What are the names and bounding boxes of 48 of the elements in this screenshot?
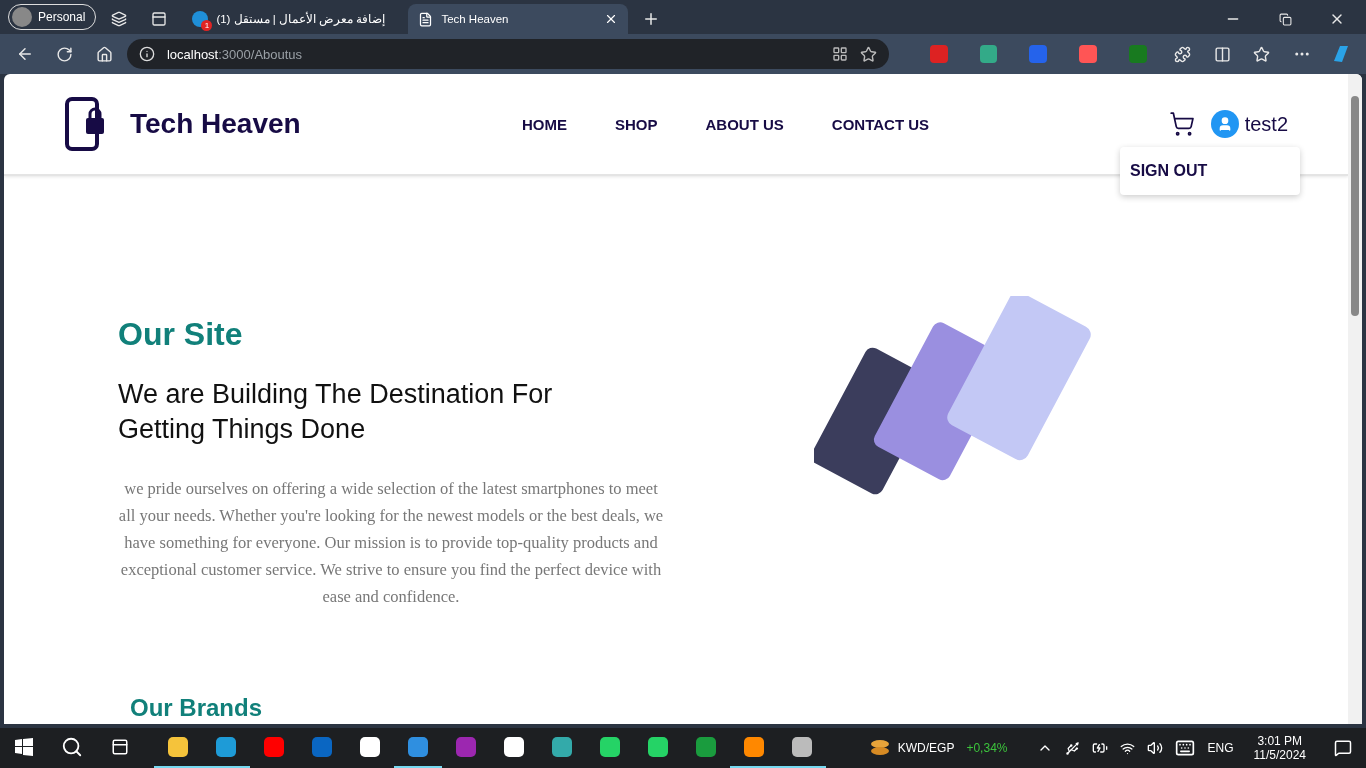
menu-item[interactable]: SIGN OUT xyxy=(1120,162,1208,180)
volume-icon[interactable] xyxy=(1147,740,1164,756)
extension-icon[interactable] xyxy=(1079,45,1098,63)
battery-icon[interactable] xyxy=(1092,740,1109,756)
usb-icon[interactable] xyxy=(1065,740,1081,756)
user-name[interactable]: test2 xyxy=(1244,112,1288,136)
workspaces-icon[interactable] xyxy=(111,11,128,27)
keyboard-icon[interactable] xyxy=(1175,738,1196,758)
ticker-change: +0,34% xyxy=(966,741,1008,755)
section-paragraph: we pride ourselves on offering a wide selection of the latest smartphones to meet all your needs. Whether you're looking for the newest models or the best deals, we have something for everyone. Our mission is to provide top-quality products and exceptional customer service. We strive to ensure you find the perfect device with ease and confidence. xyxy=(118,478,664,608)
user-icon[interactable] xyxy=(1210,110,1239,138)
favorite-icon[interactable] xyxy=(859,45,877,63)
tab-title: (1) إضافة معرض الأعمال | مستقل xyxy=(216,12,386,26)
wifi-icon[interactable] xyxy=(1120,740,1136,756)
favorites-icon[interactable] xyxy=(1253,45,1271,63)
windows-icon[interactable] xyxy=(15,738,33,756)
scrollbar-thumb[interactable] xyxy=(1351,96,1359,316)
language-indicator[interactable]: ENG xyxy=(1207,741,1234,755)
clock[interactable]: 3:01 PM 11/5/2024 xyxy=(1253,734,1306,762)
info-icon[interactable] xyxy=(138,46,155,62)
search-icon[interactable] xyxy=(61,736,83,758)
extensions-icon[interactable] xyxy=(1174,45,1192,63)
avatar-icon xyxy=(12,7,32,27)
address-bar[interactable]: localhost:3000/Aboutus xyxy=(126,39,889,69)
extension-icon[interactable] xyxy=(979,45,998,63)
notification-badge: 1 xyxy=(201,20,213,31)
task-view-icon[interactable] xyxy=(111,738,129,756)
page-icon xyxy=(418,11,434,27)
brand-name: Tech Heaven xyxy=(130,108,302,140)
restore-icon[interactable] xyxy=(1278,12,1292,26)
url-text: localhost:3000/Aboutus xyxy=(166,46,304,62)
home-icon[interactable] xyxy=(95,45,113,63)
section-kicker: Our Site xyxy=(118,316,244,353)
tab-title: Tech Heaven xyxy=(441,13,510,25)
tab-actions-icon[interactable] xyxy=(151,11,168,27)
section-heading: We are Building The Destination For Getting Things Done xyxy=(118,378,554,446)
section-title: Our Brands xyxy=(130,694,264,722)
cart-icon[interactable] xyxy=(1168,111,1195,137)
nav-link[interactable]: SHOP xyxy=(615,115,658,133)
nav-link[interactable]: CONTACT US xyxy=(831,115,930,133)
split-screen-icon[interactable] xyxy=(1213,45,1231,63)
notifications-icon[interactable] xyxy=(1334,739,1352,757)
nav-link[interactable]: ABOUT US xyxy=(705,115,784,133)
browser-tab[interactable]: Tech Heaven xyxy=(408,4,629,34)
nav-link[interactable]: HOME xyxy=(522,115,567,133)
refresh-icon[interactable] xyxy=(55,45,73,63)
ticker-pair: KWD/EGP xyxy=(897,741,955,755)
app-add-icon[interactable] xyxy=(831,46,848,62)
